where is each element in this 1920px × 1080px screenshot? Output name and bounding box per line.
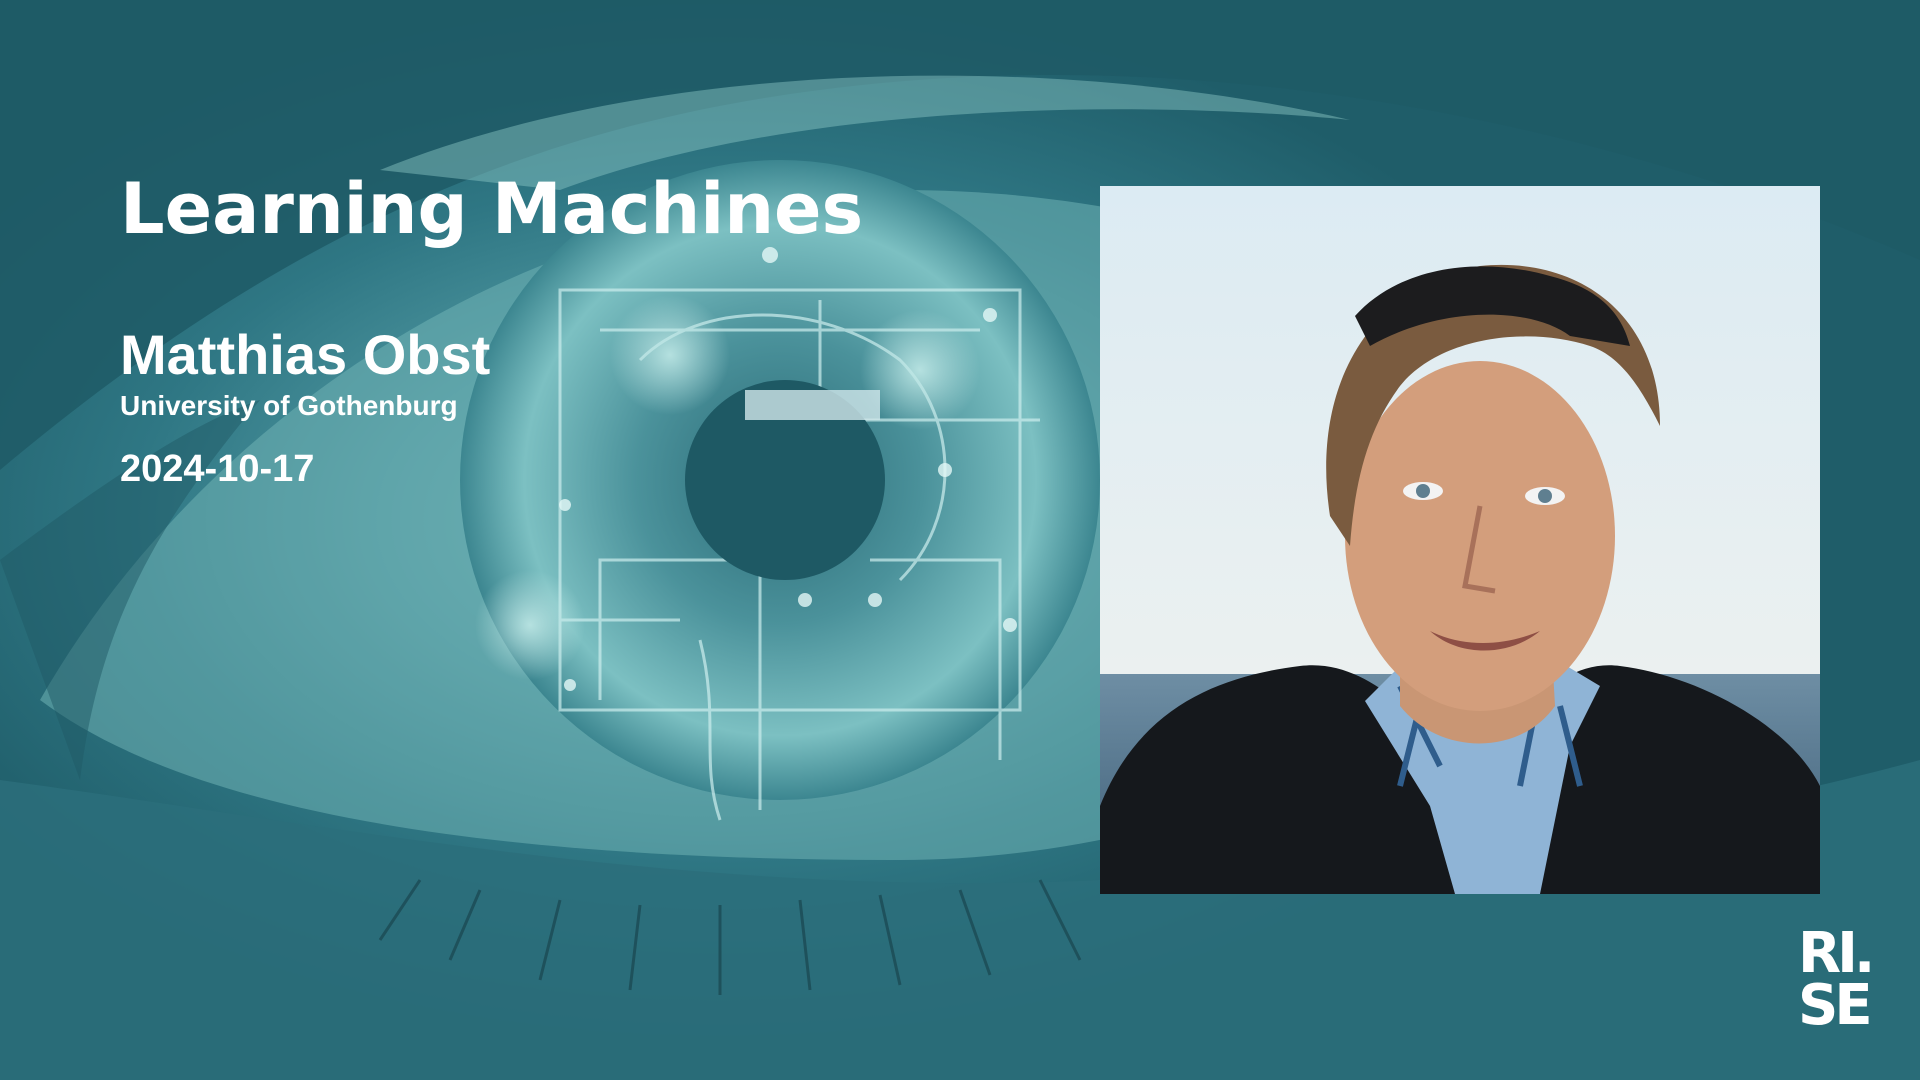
presenter-name: Matthias Obst [120, 323, 491, 386]
rise-logo: RI. SE [1798, 926, 1890, 1038]
logo-line-2: SE [1798, 973, 1873, 1038]
title-slide: Learning Machines Matthias Obst Universi… [0, 0, 1920, 1080]
portrait-image [1100, 186, 1820, 894]
presenter-photo [1100, 186, 1820, 894]
presenter-affiliation: University of Gothenburg [120, 390, 458, 421]
presentation-date: 2024-10-17 [120, 448, 315, 490]
slide-title: Learning Machines [120, 168, 864, 250]
